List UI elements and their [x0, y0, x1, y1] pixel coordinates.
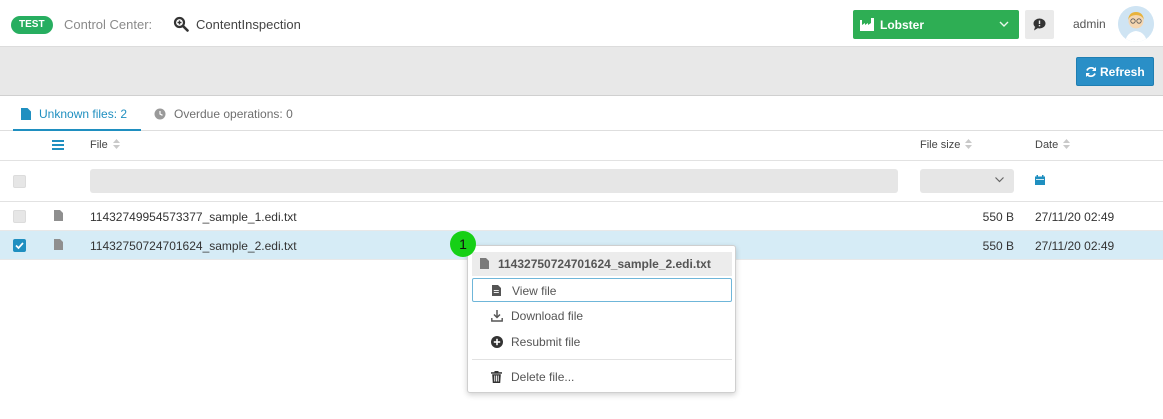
file-icon: [54, 239, 63, 250]
file-icon: [21, 108, 31, 120]
refresh-icon: [1086, 66, 1096, 78]
menu-item-download-file[interactable]: Download file: [472, 304, 732, 328]
file-icon: [480, 258, 489, 269]
tab-label: Overdue operations: 0: [174, 107, 293, 121]
tab-label: Unknown files: 2: [39, 107, 128, 121]
sort-icon: [112, 139, 120, 149]
download-icon: [491, 310, 503, 322]
messages-button[interactable]: [1025, 10, 1054, 39]
column-label: File: [90, 139, 108, 151]
app-title: Control Center:: [64, 17, 153, 32]
file-date: 27/11/20 02:49: [1035, 210, 1115, 224]
chevron-down-icon: [999, 21, 1009, 27]
row-checkbox[interactable]: [13, 239, 26, 252]
file-size-filter-select[interactable]: [920, 169, 1014, 193]
column-menu-icon[interactable]: [52, 140, 64, 150]
menu-item-label: Delete file...: [511, 370, 575, 384]
check-icon: [15, 242, 24, 250]
file-date: 27/11/20 02:49: [1035, 239, 1115, 253]
tab-bar: Unknown files: 2 Overdue operations: 0: [0, 96, 1163, 131]
tenant-select[interactable]: Lobster: [853, 10, 1019, 39]
filter-row: [0, 161, 1163, 202]
avatar-icon: [1118, 6, 1154, 42]
sort-icon: [965, 139, 973, 149]
environment-badge: TEST: [11, 16, 53, 34]
column-header-file[interactable]: File: [90, 139, 120, 151]
trash-icon: [491, 371, 502, 383]
context-menu-title: 11432750724701624_sample_2.edi.txt: [472, 252, 732, 276]
tenant-label: Lobster: [880, 18, 925, 32]
refresh-button[interactable]: Refresh: [1076, 57, 1154, 86]
column-label: File size: [920, 139, 961, 151]
factory-icon: [860, 18, 874, 31]
column-header-file-size[interactable]: File size: [920, 139, 973, 151]
menu-item-label: Resubmit file: [511, 335, 581, 349]
table-header: File File size Date: [0, 131, 1163, 161]
sort-icon: [1063, 139, 1071, 149]
select-all-checkbox[interactable]: [13, 175, 26, 188]
chat-bubble-icon: [1033, 18, 1046, 31]
row-checkbox[interactable]: [13, 210, 26, 223]
page-name: ContentInspection: [196, 17, 301, 32]
context-menu: 11432750724701624_sample_2.edi.txt View …: [467, 245, 736, 393]
clock-icon: [154, 108, 166, 120]
user-avatar[interactable]: [1118, 6, 1154, 42]
tab-unknown-files[interactable]: Unknown files: 2: [13, 107, 141, 131]
file-filter-input[interactable]: [90, 169, 898, 193]
user-name[interactable]: admin: [1073, 17, 1106, 31]
file-name: 11432749954573377_sample_1.edi.txt: [90, 210, 297, 224]
menu-item-view-file[interactable]: View file: [472, 278, 732, 302]
file-icon: [54, 210, 63, 221]
menu-item-label: Download file: [511, 309, 584, 323]
plus-circle-icon: [491, 336, 503, 348]
menu-item-resubmit-file[interactable]: Resubmit file: [472, 330, 732, 354]
menu-item-delete-file[interactable]: Delete file...: [472, 365, 732, 389]
chevron-down-icon: [995, 177, 1004, 183]
top-header: TEST Control Center: ContentInspection L…: [0, 0, 1163, 47]
menu-item-label: View file: [512, 284, 557, 298]
file-size: 550 B: [982, 210, 1014, 224]
column-header-date[interactable]: Date: [1035, 139, 1071, 151]
step-marker: 1: [450, 231, 476, 257]
menu-divider: [472, 359, 732, 360]
toolbar: Refresh: [0, 47, 1163, 96]
search-icon: [173, 16, 189, 32]
file-size: 550 B: [982, 239, 1014, 253]
table-row[interactable]: 11432749954573377_sample_1.edi.txt 550 B…: [0, 202, 1163, 231]
file-name: 11432750724701624_sample_2.edi.txt: [90, 239, 297, 253]
refresh-label: Refresh: [1100, 65, 1145, 79]
context-menu-title-text: 11432750724701624_sample_2.edi.txt: [498, 257, 711, 271]
column-label: Date: [1035, 139, 1059, 151]
calendar-icon[interactable]: [1035, 175, 1045, 185]
file-icon: [492, 285, 501, 296]
